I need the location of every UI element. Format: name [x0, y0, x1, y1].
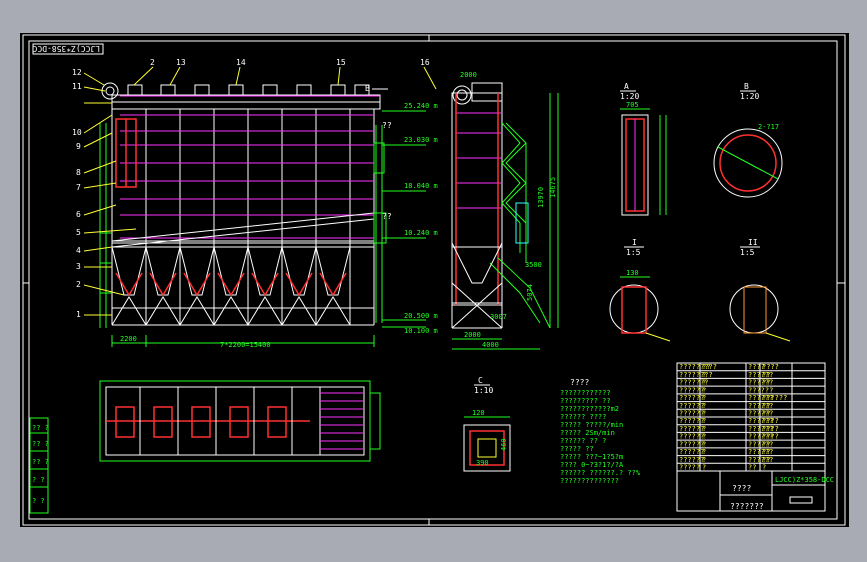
svg-text:?????? ????: ?????? ????: [560, 413, 606, 421]
svg-text:20.500 m: 20.500 m: [404, 312, 438, 320]
svg-text:460: 460: [500, 438, 508, 451]
svg-text:1:5: 1:5: [740, 248, 755, 257]
svg-text:5074: 5074: [526, 284, 534, 301]
svg-text:11: 11: [72, 82, 82, 91]
front-elevation[interactable]: [99, 82, 387, 328]
svg-text:1:5: 1:5: [626, 248, 641, 257]
technical-notes: ???? ???????????? ????????? ?? ?????????…: [560, 378, 641, 485]
detail-a[interactable]: A 1:20 705: [620, 82, 667, 216]
svg-text:B: B: [365, 84, 370, 93]
svg-text:9: 9: [76, 142, 81, 151]
svg-text:2000: 2000: [464, 331, 481, 339]
svg-text:?? ?: ?? ?: [32, 458, 49, 466]
svg-text:????? ?????/min: ????? ?????/min: [560, 421, 623, 429]
detail-i[interactable]: I 1:5 130: [609, 238, 671, 342]
svg-text:2000: 2000: [460, 71, 477, 79]
svg-text:14: 14: [236, 58, 246, 67]
detail-b[interactable]: B 1:20 2-?17: [713, 82, 783, 198]
svg-text:A: A: [624, 82, 629, 91]
svg-text:5: 5: [76, 228, 81, 237]
svg-text:B: B: [744, 82, 749, 91]
parts-cell: ?: [762, 464, 766, 472]
drawing-name: ????: [732, 484, 751, 493]
svg-text:??: ??: [382, 212, 392, 221]
svg-text:????????? ??: ????????? ??: [560, 397, 611, 405]
front-callouts: 1 2 3 4 5 6 7 8 9 10 11 12 2 13 14 15 16: [72, 58, 437, 319]
notes-title: ????: [570, 378, 589, 387]
svg-text:I: I: [632, 238, 637, 247]
svg-text:4000: 4000: [482, 341, 499, 349]
svg-text:????? ??: ????? ??: [560, 445, 594, 453]
svg-text:? ?: ? ?: [32, 497, 45, 505]
svg-text:2: 2: [76, 280, 81, 289]
svg-text:25.240 m: 25.240 m: [404, 102, 438, 110]
svg-text:15: 15: [336, 58, 346, 67]
svg-text:?????? ?? ?: ?????? ?? ?: [560, 437, 606, 445]
svg-text:???? 0~?3?1?/?A: ???? 0~?3?1?/?A: [560, 461, 624, 469]
side-elevation[interactable]: [451, 82, 551, 329]
svg-text:10.240 m: 10.240 m: [404, 229, 438, 237]
detail-ii[interactable]: II 1:5: [729, 238, 791, 342]
svg-text:23.030 m: 23.030 m: [404, 136, 438, 144]
svg-text:????? 2Sm/min: ????? 2Sm/min: [560, 429, 615, 437]
parts-cell: ?????: [679, 464, 700, 472]
svg-text:12: 12: [72, 68, 82, 77]
svg-text:1:20: 1:20: [620, 92, 639, 101]
code-label: LJCC)Z*358-DCC: [32, 44, 100, 53]
cad-viewport[interactable]: LJCC)Z*358-DCC ?? ? ?? ? ?? ? ? ? ? ? 1 …: [20, 33, 849, 527]
svg-text:C: C: [478, 376, 483, 385]
svg-text:18.040 m: 18.040 m: [404, 182, 438, 190]
svg-text:13: 13: [176, 58, 186, 67]
svg-text:?? ?: ?? ?: [32, 440, 49, 448]
svg-text:7*2200=15400: 7*2200=15400: [220, 341, 271, 349]
svg-text:3007: 3007: [490, 313, 507, 321]
svg-text:?? ?: ?? ?: [32, 424, 49, 432]
svg-text:7: 7: [76, 183, 81, 192]
svg-text:????????????: ????????????: [560, 389, 611, 397]
svg-text:????????????m2: ????????????m2: [560, 405, 619, 413]
drawing-border: [28, 40, 838, 520]
svg-text:????? ???~1?5?m: ????? ???~1?5?m: [560, 453, 623, 461]
svg-text:4: 4: [76, 246, 81, 255]
svg-text:8: 8: [76, 168, 81, 177]
svg-text:16: 16: [420, 58, 430, 67]
svg-text:?????? ??????.? ??%: ?????? ??????.? ??%: [560, 469, 641, 477]
svg-text:13970: 13970: [537, 187, 545, 208]
detail-c[interactable]: C 1:10 120 460 390: [463, 376, 511, 472]
svg-text:II: II: [748, 238, 758, 247]
parts-cell: ??: [748, 464, 756, 472]
svg-text:??????????????: ??????????????: [560, 477, 619, 485]
svg-text:2: 2: [150, 58, 155, 67]
svg-text:2-?17: 2-?17: [758, 123, 779, 131]
company-name: ???????: [730, 502, 764, 511]
project-code: LJCC)Z*358-DCC: [775, 476, 834, 484]
svg-text:14675: 14675: [549, 177, 557, 198]
svg-text:130: 130: [626, 269, 639, 277]
svg-text:390: 390: [476, 459, 489, 467]
svg-text:1: 1: [76, 310, 81, 319]
plan-view[interactable]: [99, 380, 381, 462]
front-dimensions: 2200 7*2200=15400 25.240 m 23.030 m 18.0…: [111, 84, 438, 349]
svg-text:2200: 2200: [120, 335, 137, 343]
svg-text:3500: 3500: [525, 261, 542, 269]
svg-text:705: 705: [626, 101, 639, 109]
svg-text:1:20: 1:20: [740, 92, 759, 101]
parts-cell: ?: [702, 464, 706, 472]
title-block[interactable]: ????????????????????????????????????????…: [676, 362, 834, 512]
svg-text:10.100 m: 10.100 m: [404, 327, 438, 335]
svg-text:1:10: 1:10: [474, 386, 493, 395]
side-stamp: ?? ? ?? ? ?? ? ? ? ? ?: [29, 417, 49, 514]
svg-text:10: 10: [72, 128, 82, 137]
svg-text:3: 3: [76, 262, 81, 271]
svg-text:6: 6: [76, 210, 81, 219]
drawing-canvas: LJCC)Z*358-DCC ?? ? ?? ? ?? ? ? ? ? ? 1 …: [22, 34, 846, 526]
svg-text:? ?: ? ?: [32, 476, 45, 484]
svg-text:??: ??: [382, 121, 392, 130]
svg-text:120: 120: [472, 409, 485, 417]
